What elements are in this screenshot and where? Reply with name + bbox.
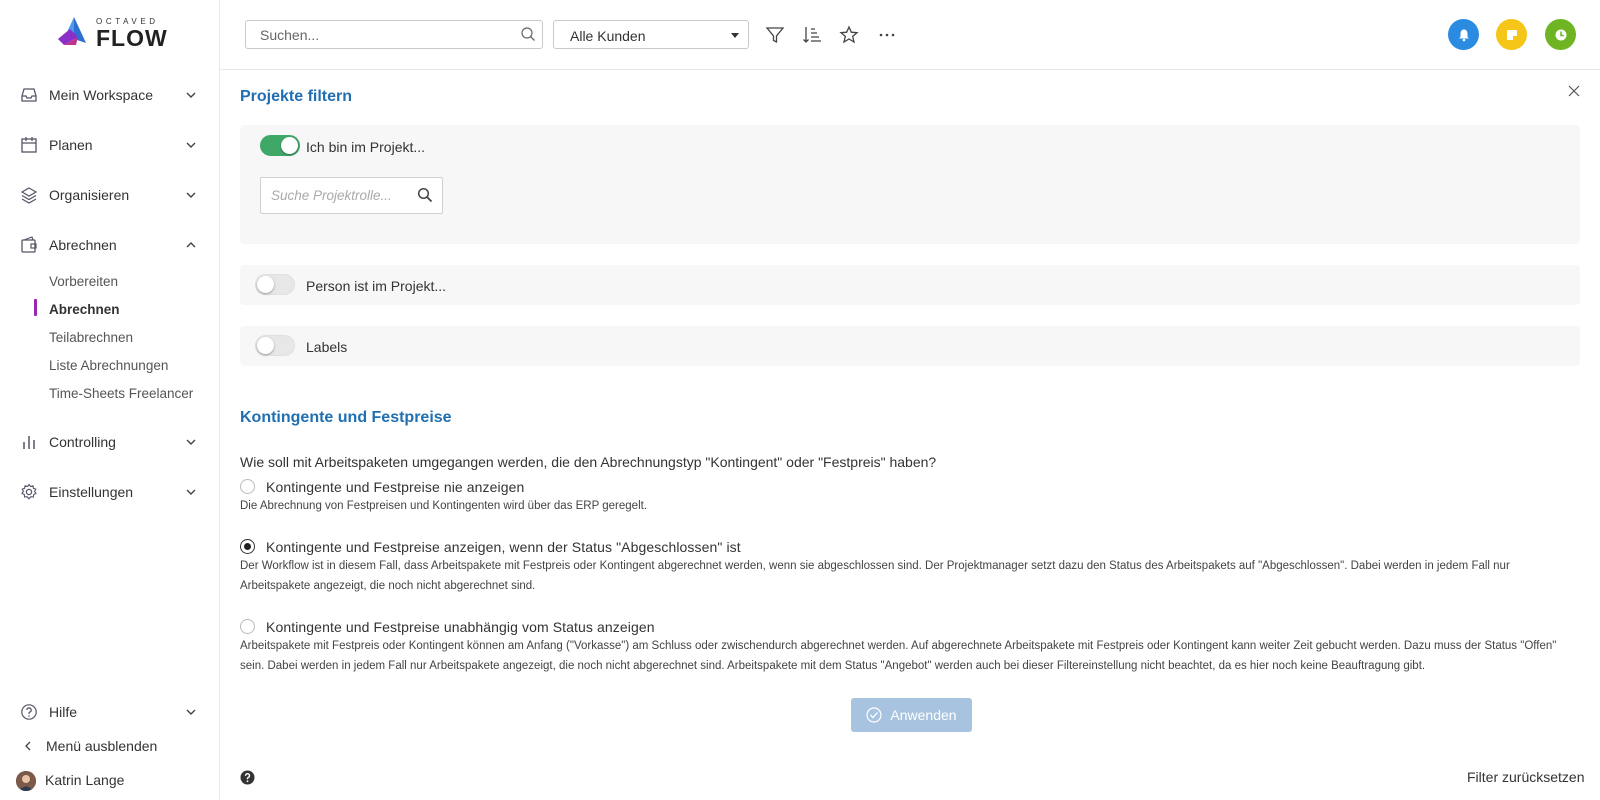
help-circle-icon	[21, 704, 37, 720]
kontingente-title: Kontingente und Festpreise	[240, 409, 452, 426]
kontingente-question: Wie soll mit Arbeitspaketen umgegangen w…	[240, 454, 937, 470]
toggle-knob	[281, 137, 298, 154]
filter-icon[interactable]	[765, 25, 785, 45]
radio-description: Der Workflow ist in diesem Fall, dass Ar…	[240, 560, 1510, 592]
bar-chart-icon	[23, 436, 35, 449]
check-circle-icon	[866, 707, 883, 723]
star-icon[interactable]	[839, 25, 859, 45]
labels-panel	[240, 326, 1580, 366]
chevron-down-icon	[186, 709, 196, 715]
labels-label: Labels	[306, 339, 348, 355]
sidebar-subitem-time-sheets-freelancer[interactable]: Time-Sheets Freelancer	[49, 386, 193, 401]
caret-down-icon	[731, 33, 739, 38]
radio-description: Die Abrechnung von Festpreisen und Konti…	[240, 500, 648, 512]
chevron-down-icon	[186, 439, 196, 445]
sidebar-item-label: Hilfe	[49, 704, 78, 720]
bell-icon	[1458, 29, 1469, 41]
logo-big-text: FLOW	[96, 25, 168, 51]
logo-icon	[58, 17, 86, 45]
radio-label[interactable]: Kontingente und Festpreise nie anzeigen	[266, 479, 524, 495]
search-icon[interactable]	[520, 26, 536, 42]
close-icon[interactable]	[1567, 84, 1581, 98]
sidebar-item-hilfe[interactable]: Hilfe	[0, 697, 220, 727]
search-input[interactable]	[245, 20, 543, 49]
note-icon	[1506, 29, 1517, 40]
sidebar-item-label: Einstellungen	[49, 484, 134, 500]
gear-icon	[21, 483, 37, 500]
calendar-icon	[21, 137, 37, 153]
apply-label: Anwenden	[890, 707, 957, 723]
bell-button[interactable]	[1448, 19, 1479, 50]
chevron-down-icon	[186, 489, 196, 495]
hide-menu-label: Menü ausblenden	[46, 738, 158, 754]
chevron-up-icon	[186, 242, 196, 248]
more-icon[interactable]	[877, 25, 897, 45]
chevron-down-icon	[186, 142, 196, 148]
radio-nie-anzeigen[interactable]	[240, 479, 255, 494]
clock-icon	[1555, 29, 1566, 40]
toggle-knob	[257, 337, 274, 354]
question-icon[interactable]	[240, 770, 255, 785]
sidebar-subitem-abrechnen[interactable]: Abrechnen	[49, 302, 120, 317]
person-in-project-toggle[interactable]	[255, 274, 295, 295]
hide-menu-button[interactable]: Menü ausblenden	[0, 731, 220, 761]
sidebar-item-planen[interactable]: Planen	[0, 130, 220, 160]
avatar[interactable]	[16, 771, 36, 791]
notes-button[interactable]	[1496, 19, 1527, 50]
logo[interactable]: OCTAVED FLOW	[56, 15, 168, 50]
inbox-icon	[21, 88, 37, 102]
sidebar-subitem-teilabrechnen[interactable]: Teilabrechnen	[49, 330, 133, 345]
sidebar-item-label: Organisieren	[49, 187, 130, 203]
sidebar: OCTAVED FLOW Mein Workspace Planen Organ…	[0, 0, 220, 800]
active-indicator	[34, 299, 37, 316]
timer-button[interactable]	[1545, 19, 1576, 50]
reset-filter-link[interactable]: Filter zurücksetzen	[1467, 769, 1584, 785]
sidebar-item-controlling[interactable]: Controlling	[0, 427, 220, 457]
sidebar-item-label: Abrechnen	[49, 237, 117, 253]
sidebar-subitem-liste-abrechnungen[interactable]: Liste Abrechnungen	[49, 358, 168, 373]
in-project-label: Ich bin im Projekt...	[306, 139, 426, 155]
sidebar-item-label: Mein Workspace	[49, 87, 154, 103]
radio-description: Arbeitspakete mit Festpreis oder Konting…	[240, 640, 1557, 672]
sidebar-item-label: Planen	[49, 137, 93, 153]
chevron-down-icon	[186, 192, 196, 198]
sidebar-item-einstellungen[interactable]: Einstellungen	[0, 477, 220, 507]
sidebar-item-mein-workspace[interactable]: Mein Workspace	[0, 80, 220, 110]
radio-label[interactable]: Kontingente und Festpreise anzeigen, wen…	[266, 539, 741, 555]
search-icon[interactable]	[417, 187, 433, 203]
radio-abgeschlossen[interactable]	[240, 539, 255, 554]
customer-select-value: Alle Kunden	[570, 28, 646, 44]
sidebar-item-label: Controlling	[49, 434, 116, 450]
radio-unabhaengig[interactable]	[240, 619, 255, 634]
customer-select[interactable]: Alle Kunden	[553, 20, 749, 49]
in-project-toggle[interactable]	[260, 135, 300, 156]
radio-label[interactable]: Kontingente und Festpreise unabhängig vo…	[266, 619, 655, 635]
sidebar-item-organisieren[interactable]: Organisieren	[0, 180, 220, 210]
sort-icon[interactable]	[802, 25, 822, 45]
avatar-image	[16, 771, 36, 791]
wallet-icon	[21, 236, 37, 253]
chevron-left-icon	[25, 741, 31, 751]
app: OCTAVED FLOW Mein Workspace Planen Organ…	[0, 0, 1600, 800]
chevron-down-icon	[186, 92, 196, 98]
layers-icon	[20, 187, 38, 204]
sidebar-subitem-vorbereiten[interactable]: Vorbereiten	[49, 274, 118, 289]
labels-toggle[interactable]	[255, 335, 295, 356]
role-search-input[interactable]	[260, 177, 443, 214]
sidebar-item-abrechnen[interactable]: Abrechnen	[0, 230, 220, 260]
filter-title: Projekte filtern	[240, 88, 353, 105]
user-name[interactable]: Katrin Lange	[45, 772, 124, 788]
apply-button[interactable]: Anwenden	[851, 698, 972, 732]
person-in-project-label: Person ist im Projekt...	[306, 278, 447, 294]
toggle-knob	[257, 276, 274, 293]
